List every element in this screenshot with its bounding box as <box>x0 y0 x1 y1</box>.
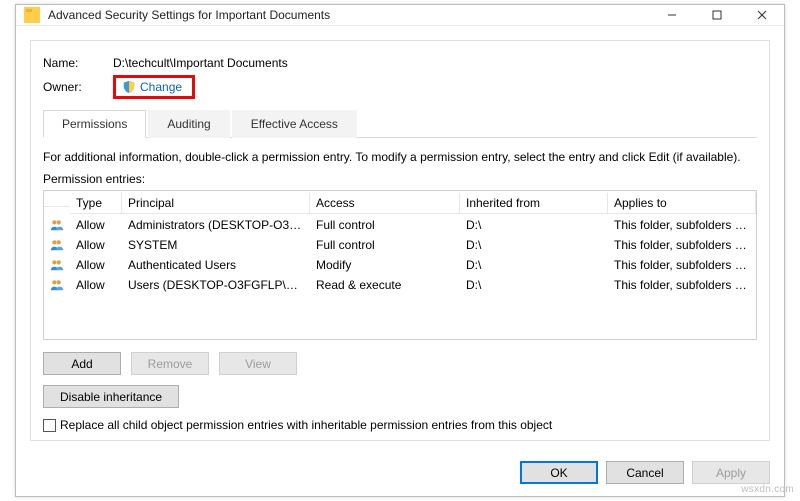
replace-children-checkbox[interactable] <box>43 419 56 432</box>
cell-type: Allow <box>70 257 122 273</box>
permission-table[interactable]: Type Principal Access Inherited from App… <box>43 190 757 340</box>
disable-inheritance-button[interactable]: Disable inheritance <box>43 385 179 408</box>
change-highlight: Change <box>113 75 195 99</box>
owner-value: Change <box>113 75 757 99</box>
close-button[interactable] <box>739 5 784 25</box>
cell-type: Allow <box>70 277 122 293</box>
dialog-footer: OK Cancel Apply <box>16 451 784 496</box>
users-icon <box>44 237 70 253</box>
cell-principal: Users (DESKTOP-O3FGFLP\Users) <box>122 277 310 293</box>
users-icon <box>44 217 70 233</box>
window-title: Advanced Security Settings for Important… <box>48 8 649 22</box>
inheritance-buttons: Disable inheritance <box>43 385 757 408</box>
cell-inherited: D:\ <box>460 237 608 253</box>
cell-applies: This folder, subfolders and files <box>608 277 756 293</box>
window-controls <box>649 5 784 25</box>
users-icon <box>44 257 70 273</box>
cell-inherited: D:\ <box>460 277 608 293</box>
col-inherited[interactable]: Inherited from <box>460 193 608 214</box>
cancel-button[interactable]: Cancel <box>606 461 684 484</box>
table-header: Type Principal Access Inherited from App… <box>44 191 756 215</box>
shield-icon <box>122 80 136 94</box>
table-row[interactable]: Allow Administrators (DESKTOP-O3FGF... F… <box>44 215 756 235</box>
cell-principal: Authenticated Users <box>122 257 310 273</box>
cell-type: Allow <box>70 217 122 233</box>
cell-access: Read & execute <box>310 277 460 293</box>
tab-bar: Permissions Auditing Effective Access <box>43 109 757 138</box>
minimize-button[interactable] <box>649 5 694 25</box>
remove-button: Remove <box>131 352 209 375</box>
replace-children-row[interactable]: Replace all child object permission entr… <box>43 418 757 432</box>
view-button: View <box>219 352 297 375</box>
owner-label: Owner: <box>43 80 113 94</box>
cell-applies: This folder, subfolders and files <box>608 257 756 273</box>
apply-button: Apply <box>692 461 770 484</box>
tab-auditing[interactable]: Auditing <box>148 110 229 138</box>
inner-panel: Name: D:\techcult\Important Documents Ow… <box>30 40 770 441</box>
col-type[interactable]: Type <box>70 193 122 214</box>
table-row[interactable]: Allow SYSTEM Full control D:\ This folde… <box>44 235 756 255</box>
ok-button[interactable]: OK <box>520 461 598 484</box>
titlebar: Advanced Security Settings for Important… <box>16 5 784 26</box>
tab-permissions[interactable]: Permissions <box>43 110 146 138</box>
col-applies[interactable]: Applies to <box>608 193 756 214</box>
window: Advanced Security Settings for Important… <box>15 4 785 497</box>
cell-inherited: D:\ <box>460 257 608 273</box>
name-value: D:\techcult\Important Documents <box>113 56 757 70</box>
cell-type: Allow <box>70 237 122 253</box>
cell-access: Full control <box>310 237 460 253</box>
add-button[interactable]: Add <box>43 352 121 375</box>
table-row[interactable]: Allow Authenticated Users Modify D:\ Thi… <box>44 255 756 275</box>
tab-effective-access[interactable]: Effective Access <box>232 110 357 138</box>
maximize-button[interactable] <box>694 5 739 25</box>
cell-inherited: D:\ <box>460 217 608 233</box>
cell-applies: This folder, subfolders and files <box>608 217 756 233</box>
col-access[interactable]: Access <box>310 193 460 214</box>
owner-row: Owner: Change <box>43 75 757 99</box>
change-link[interactable]: Change <box>140 80 182 94</box>
col-principal[interactable]: Principal <box>122 193 310 214</box>
folder-icon <box>24 7 40 23</box>
replace-children-label: Replace all child object permission entr… <box>60 418 552 432</box>
name-row: Name: D:\techcult\Important Documents <box>43 51 757 75</box>
description-text: For additional information, double-click… <box>43 150 757 164</box>
cell-principal: Administrators (DESKTOP-O3FGF... <box>122 217 310 233</box>
content-area: Name: D:\techcult\Important Documents Ow… <box>16 26 784 451</box>
name-label: Name: <box>43 56 113 70</box>
entry-buttons: Add Remove View <box>43 352 757 375</box>
users-icon <box>44 277 70 293</box>
table-row[interactable]: Allow Users (DESKTOP-O3FGFLP\Users) Read… <box>44 275 756 295</box>
cell-access: Modify <box>310 257 460 273</box>
cell-applies: This folder, subfolders and files <box>608 237 756 253</box>
cell-principal: SYSTEM <box>122 237 310 253</box>
cell-access: Full control <box>310 217 460 233</box>
entries-label: Permission entries: <box>43 172 757 186</box>
